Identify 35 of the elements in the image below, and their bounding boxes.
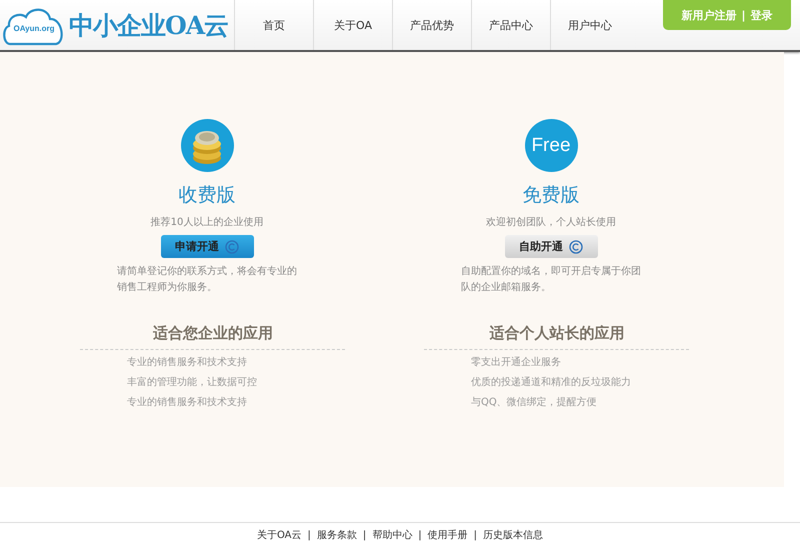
feature-item: 专业的销售服务和技术支持	[127, 396, 248, 410]
free-badge: Free	[524, 119, 578, 172]
plan-description: 请简单登记你的联系方式，将会有专业的销售工程师为你服务。	[117, 264, 297, 295]
nav-link[interactable]: 用户中心	[550, 0, 629, 50]
nav-link[interactable]: 首页	[234, 0, 313, 50]
circle-c-icon	[225, 240, 239, 254]
footer-link[interactable]: 关于OA云	[256, 528, 302, 542]
features-title: 适合您企业的应用	[153, 324, 273, 343]
plan-subtitle: 推荐10人以上的企业使用	[150, 216, 264, 229]
footer-link[interactable]: 历史版本信息	[483, 528, 544, 542]
feature-item: 与QQ、微信绑定，提醒方便	[471, 396, 598, 410]
nav-link[interactable]: 关于OA	[313, 0, 392, 50]
plan-title: 免费版	[522, 183, 580, 208]
separator: |	[362, 530, 366, 540]
separator: |	[474, 530, 478, 540]
plan-title: 收费版	[178, 183, 236, 208]
feature-item: 优质的投递通道和精准的反垃圾能力	[471, 376, 631, 390]
circle-c-icon	[569, 240, 583, 254]
footer-link[interactable]: 服务条款	[316, 528, 357, 542]
open-button[interactable]: 自助开通	[504, 235, 598, 258]
plan-subtitle: 欢迎初创团队，个人站长使用	[486, 216, 616, 229]
footer-link[interactable]: 使用手册	[428, 528, 468, 542]
separator: |	[418, 530, 422, 540]
plan-description: 自助配置你的域名，即可开启专属于你团队的企业邮箱服务。	[461, 264, 641, 295]
nav-link[interactable]: 产品优势	[392, 0, 471, 50]
feature-item: 丰富的管理功能，让数据可控	[127, 376, 258, 390]
open-button[interactable]: 申请开通	[160, 235, 254, 258]
features-title: 适合个人站长的应用	[490, 324, 624, 343]
nav-link[interactable]: 产品中心	[471, 0, 550, 50]
separator: |	[741, 8, 746, 22]
site-name: 中小企业OA云	[69, 10, 228, 42]
separator: |	[308, 530, 311, 540]
feature-item: 专业的销售服务和技术支持	[127, 356, 248, 370]
feature-item: 零支出开通企业服务	[471, 356, 562, 370]
footer-link[interactable]: 帮助中心	[372, 528, 412, 542]
